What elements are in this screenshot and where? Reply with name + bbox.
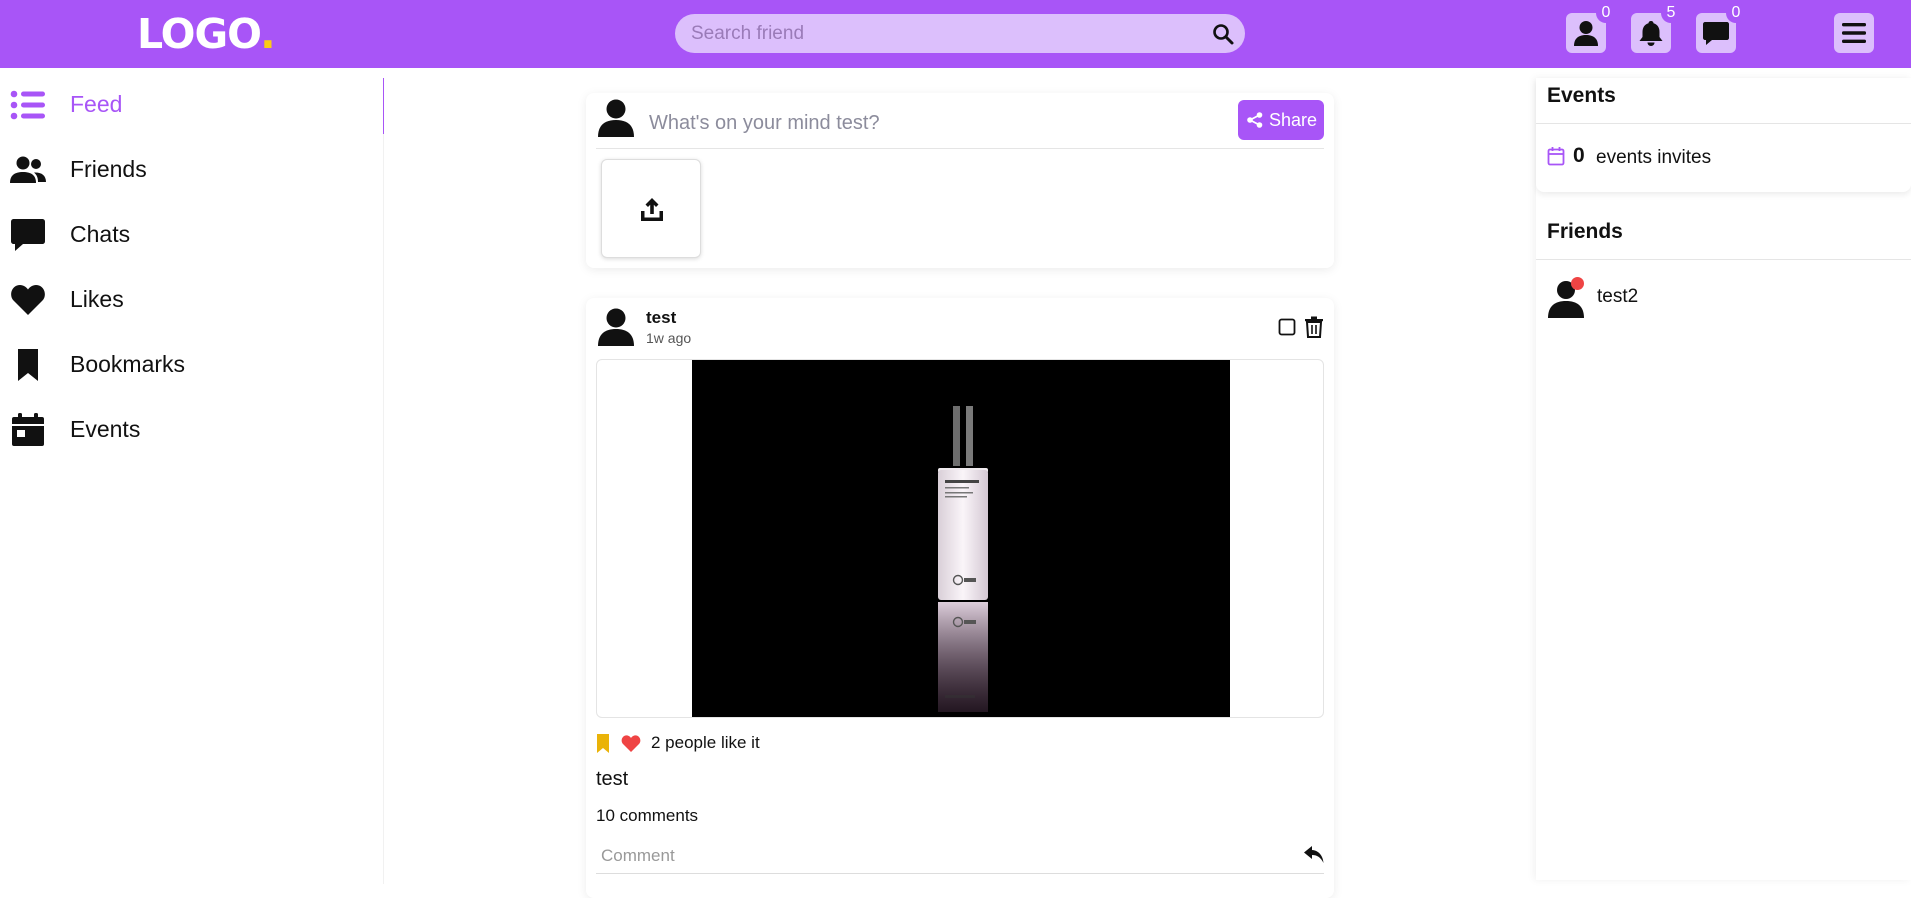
heart-icon[interactable]	[621, 735, 641, 752]
product-bottle-image	[692, 360, 1230, 717]
sidebar-item-label: Likes	[70, 286, 124, 312]
users-icon	[10, 156, 46, 183]
avatar[interactable]	[596, 306, 636, 346]
post-card: test 1w ago 2 people like it test 10 com…	[586, 298, 1334, 898]
reply-icon[interactable]	[1304, 846, 1324, 864]
events-panel: Events 0 events invites	[1536, 78, 1911, 192]
divider	[1536, 259, 1911, 260]
post-reactions: 2 people like it	[596, 732, 996, 754]
comments-count[interactable]: 10 comments	[596, 806, 698, 826]
sidebar-item-label: Friends	[70, 156, 147, 182]
friend-name[interactable]: test2	[1597, 286, 1638, 308]
list-icon	[10, 90, 45, 120]
events-panel-title: Events	[1547, 84, 1616, 107]
share-button[interactable]: Share	[1238, 100, 1324, 140]
search-bar	[675, 14, 1245, 53]
friends-panel: Friends test2	[1536, 214, 1911, 880]
calendar-icon	[12, 413, 44, 446]
post-actions	[1278, 316, 1326, 338]
sidebar-item-chats[interactable]: Chats	[0, 209, 380, 259]
edit-square-icon[interactable]	[1278, 318, 1296, 336]
friends-panel-title: Friends	[1547, 220, 1623, 243]
notifications-button[interactable]: 5	[1631, 3, 1681, 53]
trash-icon[interactable]	[1304, 316, 1324, 338]
sidebar-item-label: Feed	[70, 91, 123, 117]
sidebar-item-label: Events	[70, 416, 141, 442]
hamburger-menu-icon	[1842, 23, 1866, 43]
sidebar-item-label: Bookmarks	[70, 351, 186, 377]
top-navbar: LOGO. 0 5 0	[0, 0, 1911, 68]
left-sidebar: Feed Friends Chats Likes Bookmarks Event…	[0, 78, 384, 884]
share-icon	[1247, 112, 1263, 128]
friend-requests-button[interactable]: 0	[1566, 3, 1616, 53]
event-invites-count: 0	[1573, 144, 1585, 167]
right-sidebar: Events 0 events invites Friends test2	[1536, 78, 1911, 880]
sidebar-item-label: Chats	[70, 221, 131, 247]
post-author[interactable]: test	[646, 308, 676, 328]
heart-icon	[11, 284, 45, 315]
sidebar-item-feed[interactable]: Feed	[0, 79, 380, 129]
divider	[1536, 123, 1911, 124]
user-icon	[1574, 21, 1598, 46]
upload-button[interactable]	[601, 159, 701, 258]
logo[interactable]: LOGO.	[137, 10, 276, 58]
post-image[interactable]	[692, 360, 1230, 717]
calendar-icon	[1547, 147, 1565, 166]
post-timestamp: 1w ago	[646, 330, 692, 346]
divider	[596, 148, 1324, 149]
comment-input[interactable]	[596, 841, 1286, 871]
chat-bubble-icon	[11, 219, 45, 251]
friend-requests-badge: 0	[1596, 3, 1616, 23]
message-icon	[1703, 22, 1729, 45]
messages-badge: 0	[1726, 3, 1746, 23]
search-input[interactable]	[675, 14, 1195, 53]
status-input[interactable]	[649, 103, 1199, 143]
comment-underline	[596, 873, 1324, 874]
sidebar-item-likes[interactable]: Likes	[0, 274, 380, 324]
avatar	[598, 99, 634, 137]
bookmark-icon	[18, 349, 38, 381]
sidebar-item-friends[interactable]: Friends	[0, 144, 380, 194]
post-caption: test	[596, 768, 629, 790]
notifications-badge: 5	[1661, 3, 1681, 23]
search-icon[interactable]	[1211, 22, 1235, 46]
post-composer: Share	[586, 93, 1334, 268]
upload-icon	[641, 198, 663, 221]
messages-button[interactable]: 0	[1696, 3, 1746, 53]
event-invites-label[interactable]: events invites	[1596, 147, 1711, 169]
post-media-frame	[596, 359, 1324, 718]
online-status-dot	[1571, 277, 1584, 290]
sidebar-item-events[interactable]: Events	[0, 404, 380, 454]
menu-button[interactable]	[1834, 13, 1874, 53]
bookmark-icon[interactable]	[596, 734, 610, 753]
share-label: Share	[1269, 110, 1318, 130]
likes-count-text: 2 people like it	[651, 733, 760, 752]
bell-icon	[1639, 21, 1663, 46]
sidebar-item-bookmarks[interactable]: Bookmarks	[0, 339, 380, 389]
